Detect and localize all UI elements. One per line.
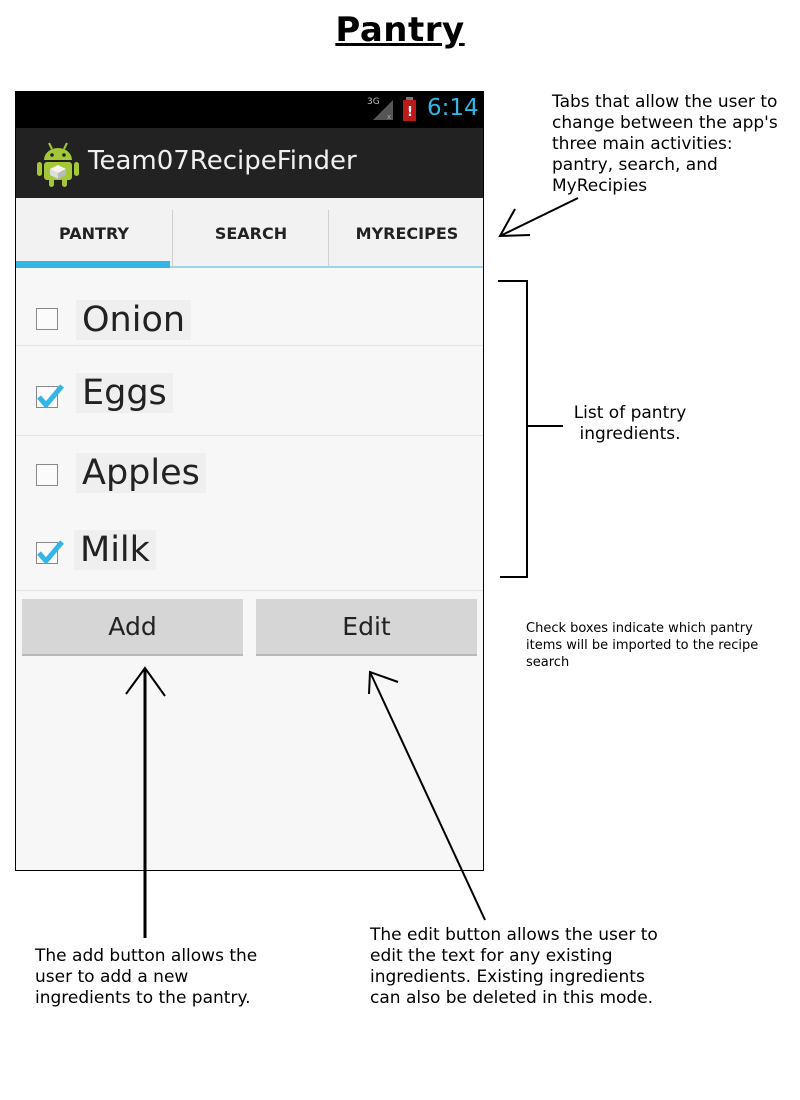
ingredient-label: Eggs: [76, 373, 173, 413]
ingredient-label: Onion: [76, 300, 192, 340]
status-bar: 3G x ! 6:14: [16, 92, 483, 128]
edit-annotation: The edit button allows the user to edit …: [370, 925, 658, 1008]
tabs-arrowhead: [498, 208, 531, 238]
tab-pantry[interactable]: PANTRY: [16, 198, 172, 268]
page-title: Pantry: [335, 10, 465, 50]
clock: 6:14: [427, 95, 479, 121]
checkbox-milk[interactable]: [36, 540, 64, 564]
battery-alert-icon: !: [403, 97, 416, 121]
tabs-annotation: Tabs that allow the user to change betwe…: [552, 92, 778, 196]
checkbox-onion[interactable]: [36, 308, 58, 330]
checkbox-eggs[interactable]: [36, 384, 64, 408]
list-bracket: [498, 280, 528, 578]
list-item[interactable]: Apples: [16, 436, 483, 514]
list-item[interactable]: Milk: [16, 513, 483, 591]
check-icon: [37, 540, 64, 564]
edit-button[interactable]: Edit: [256, 599, 477, 656]
list-item[interactable]: Onion: [16, 268, 483, 346]
app-title: Team07RecipeFinder: [88, 146, 357, 176]
checkbox-annotation: Check boxes indicate which pantry items …: [526, 621, 759, 670]
svg-text:!: !: [407, 105, 413, 120]
ingredient-label: Apples: [76, 453, 206, 493]
check-icon: [37, 384, 64, 408]
list-item[interactable]: Eggs: [16, 358, 483, 436]
android-robot-icon: [37, 142, 79, 187]
tabs-arrow: [499, 197, 579, 237]
ingredient-label: Milk: [74, 530, 156, 570]
add-button[interactable]: Add: [22, 599, 243, 656]
phone-screen: 3G x ! 6:14 Team07RecipeFinder PANTRY SE…: [15, 91, 484, 871]
signal-icon: x: [373, 100, 393, 121]
action-bar: Team07RecipeFinder: [16, 128, 483, 198]
checkbox-apples[interactable]: [36, 464, 58, 486]
tab-bar: PANTRY SEARCH MYRECIPES: [16, 198, 483, 268]
tab-active-indicator: [16, 261, 170, 268]
tab-search[interactable]: SEARCH: [173, 198, 329, 268]
svg-text:x: x: [387, 113, 391, 121]
add-annotation: The add button allows the user to add a …: [35, 946, 258, 1008]
list-annotation: List of pantry ingredients.: [573, 403, 687, 444]
tab-myrecipes[interactable]: MYRECIPES: [329, 198, 483, 268]
